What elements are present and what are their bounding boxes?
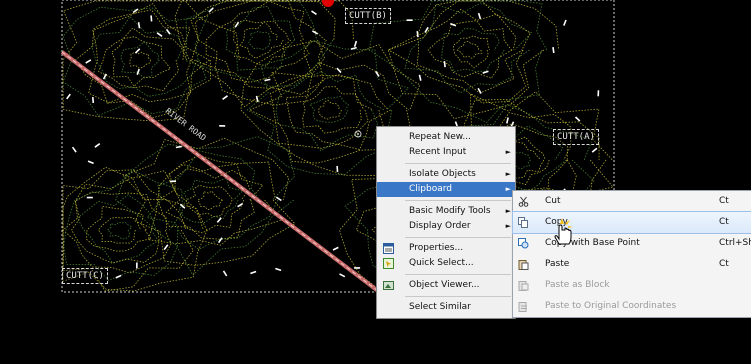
menu-item-object-viewer[interactable]: Object Viewer... [377, 278, 515, 293]
paste-original-icon [518, 302, 527, 312]
menu-item-properties[interactable]: Properties... [377, 241, 515, 256]
hand-cursor-icon [554, 218, 573, 245]
area-label-cutt-c[interactable]: CUTT(C) [62, 268, 108, 284]
quick-select-icon [383, 258, 394, 269]
submenu-item-paste-as-block[interactable]: Paste as Block [513, 275, 751, 296]
submenu-arrow-icon: ► [505, 222, 511, 230]
clipboard-submenu: Cut Ct Copy Ct Copy with Base Point Ctrl… [512, 190, 751, 318]
menu-item-clipboard[interactable]: Clipboard ► [377, 182, 515, 197]
area-label-cutt-b[interactable]: CUTT(B) [345, 8, 391, 24]
properties-icon [383, 243, 394, 254]
submenu-item-copy[interactable]: Copy Ct [512, 211, 751, 234]
submenu-arrow-icon: ► [505, 207, 511, 215]
object-viewer-icon [383, 281, 394, 290]
context-menu: Repeat New... Recent Input ► Isolate Obje… [376, 126, 516, 319]
menu-item-quick-select[interactable]: Quick Select... [377, 256, 515, 271]
menu-divider [405, 274, 511, 275]
road-label: RIVER ROAD [164, 106, 208, 142]
submenu-arrow-icon: ► [505, 185, 511, 193]
menu-divider [405, 163, 511, 164]
shortcut-text: Ctrl+Shi [719, 238, 751, 248]
area-label-cutt-a[interactable]: CUTT(A) [553, 129, 599, 145]
copy-base-point-icon [518, 238, 529, 249]
submenu-item-copy-with-base-point[interactable]: Copy with Base Point Ctrl+Shi [513, 233, 751, 254]
menu-item-isolate-objects[interactable]: Isolate Objects ► [377, 167, 515, 182]
submenu-arrow-icon: ► [505, 148, 511, 156]
scissors-icon [518, 196, 529, 207]
submenu-item-paste-to-original-coordinates[interactable]: Paste to Original Coordinates [513, 296, 751, 317]
shortcut-text: Ct [719, 259, 729, 269]
menu-item-basic-modify-tools[interactable]: Basic Modify Tools ► [377, 204, 515, 219]
menu-divider [405, 237, 511, 238]
paste-icon [518, 260, 529, 270]
paste-block-icon [518, 281, 529, 291]
menu-item-display-order[interactable]: Display Order ► [377, 219, 515, 234]
submenu-item-cut[interactable]: Cut Ct [513, 191, 751, 212]
submenu-arrow-icon: ► [505, 170, 511, 178]
menu-divider [405, 200, 511, 201]
menu-item-recent-input[interactable]: Recent Input ► [377, 145, 515, 160]
menu-item-repeat-new[interactable]: Repeat New... [377, 130, 515, 145]
shortcut-text: Ct [719, 217, 729, 227]
menu-item-select-similar[interactable]: Select Similar [377, 300, 515, 315]
menu-divider [405, 296, 511, 297]
copy-icon [518, 217, 528, 228]
submenu-item-paste[interactable]: Paste Ct [513, 254, 751, 275]
shortcut-text: Ct [719, 196, 729, 206]
